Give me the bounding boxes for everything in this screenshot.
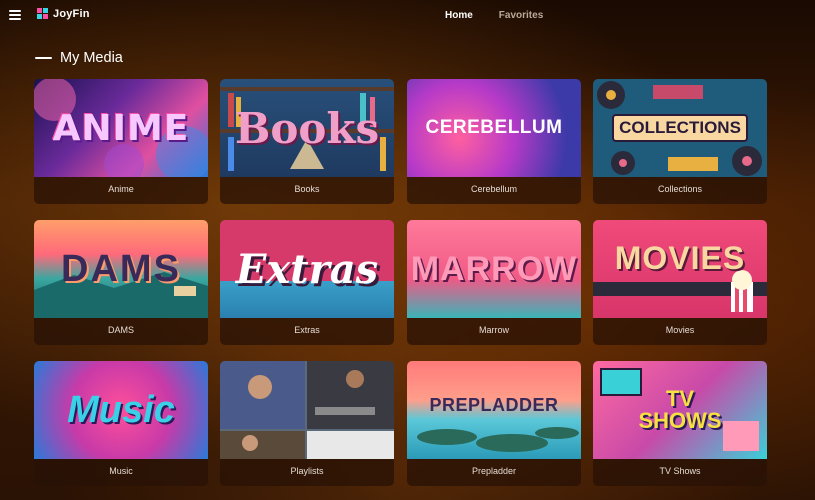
library-thumbnail: CEREBELLUM bbox=[407, 79, 581, 177]
library-art-title: TV SHOWS bbox=[638, 386, 722, 433]
library-card-dams[interactable]: DAMS DAMS bbox=[34, 220, 208, 345]
library-art-title: MOVIES bbox=[614, 239, 746, 276]
library-art-title: Extras bbox=[235, 245, 379, 293]
library-label: Cerebellum bbox=[470, 184, 518, 194]
tab-home[interactable]: Home bbox=[445, 10, 473, 21]
library-label: Music bbox=[109, 466, 133, 476]
app-logo[interactable]: JoyFin bbox=[37, 8, 90, 20]
library-art-title: Music bbox=[67, 388, 175, 431]
library-art-title: Books bbox=[234, 103, 380, 153]
library-thumbnail: MOVIES bbox=[593, 220, 767, 318]
playlist-collage-art bbox=[220, 361, 394, 459]
library-card-music[interactable]: Music Music bbox=[34, 361, 208, 486]
library-thumbnail: PREPLADDER bbox=[407, 361, 581, 459]
library-card-books[interactable]: Books Books bbox=[220, 79, 394, 204]
library-art-title: ANIME bbox=[52, 107, 190, 149]
library-label: Books bbox=[294, 184, 320, 194]
library-thumbnail: DAMS bbox=[34, 220, 208, 318]
library-thumbnail bbox=[220, 361, 394, 459]
library-art-title: PREPLADDER bbox=[429, 394, 559, 415]
library-thumbnail: TV SHOWS bbox=[593, 361, 767, 459]
top-bar: JoyFin Home Favorites bbox=[0, 0, 815, 32]
library-art-title: CEREBELLUM bbox=[425, 117, 563, 138]
library-label: Extras bbox=[294, 325, 320, 335]
app-name: JoyFin bbox=[53, 8, 90, 20]
library-thumbnail: MARROW bbox=[407, 220, 581, 318]
library-card-tv-shows[interactable]: TV SHOWS TV Shows bbox=[593, 361, 767, 486]
library-label: DAMS bbox=[107, 325, 134, 335]
library-thumbnail: Books bbox=[220, 79, 394, 177]
section-divider bbox=[35, 57, 52, 59]
library-thumbnail: Extras bbox=[220, 220, 394, 318]
library-art-title: DAMS bbox=[61, 247, 181, 290]
library-thumbnail: Music bbox=[34, 361, 208, 459]
library-card-extras[interactable]: Extras Extras bbox=[220, 220, 394, 345]
section-header: My Media bbox=[35, 50, 123, 66]
main-nav: Home Favorites bbox=[445, 10, 543, 21]
library-label: Anime bbox=[108, 184, 134, 194]
library-label: Playlists bbox=[290, 466, 324, 476]
hamburger-menu-icon[interactable] bbox=[9, 10, 21, 20]
section-title: My Media bbox=[60, 50, 123, 66]
library-label: Marrow bbox=[478, 325, 509, 335]
library-card-cerebellum[interactable]: CEREBELLUM Cerebellum bbox=[407, 79, 581, 204]
library-card-prepladder[interactable]: PREPLADDER Prepladder bbox=[407, 361, 581, 486]
library-label: Prepladder bbox=[471, 466, 517, 476]
library-card-marrow[interactable]: MARROW Marrow bbox=[407, 220, 581, 345]
logo-icon bbox=[37, 8, 49, 20]
library-card-playlists[interactable]: Playlists bbox=[220, 361, 394, 486]
library-art-title: COLLECTIONS bbox=[612, 114, 748, 142]
library-thumbnail: ANIME bbox=[34, 79, 208, 177]
library-thumbnail: COLLECTIONS bbox=[593, 79, 767, 177]
library-card-movies[interactable]: MOVIES Movies bbox=[593, 220, 767, 345]
tab-favorites[interactable]: Favorites bbox=[499, 10, 543, 21]
library-label: Movies bbox=[665, 325, 695, 335]
library-label: TV Shows bbox=[659, 466, 701, 476]
library-label: Collections bbox=[657, 184, 703, 194]
library-card-anime[interactable]: ANIME Anime bbox=[34, 79, 208, 204]
library-art-title: MARROW bbox=[410, 249, 578, 288]
library-card-collections[interactable]: COLLECTIONS Collections bbox=[593, 79, 767, 204]
